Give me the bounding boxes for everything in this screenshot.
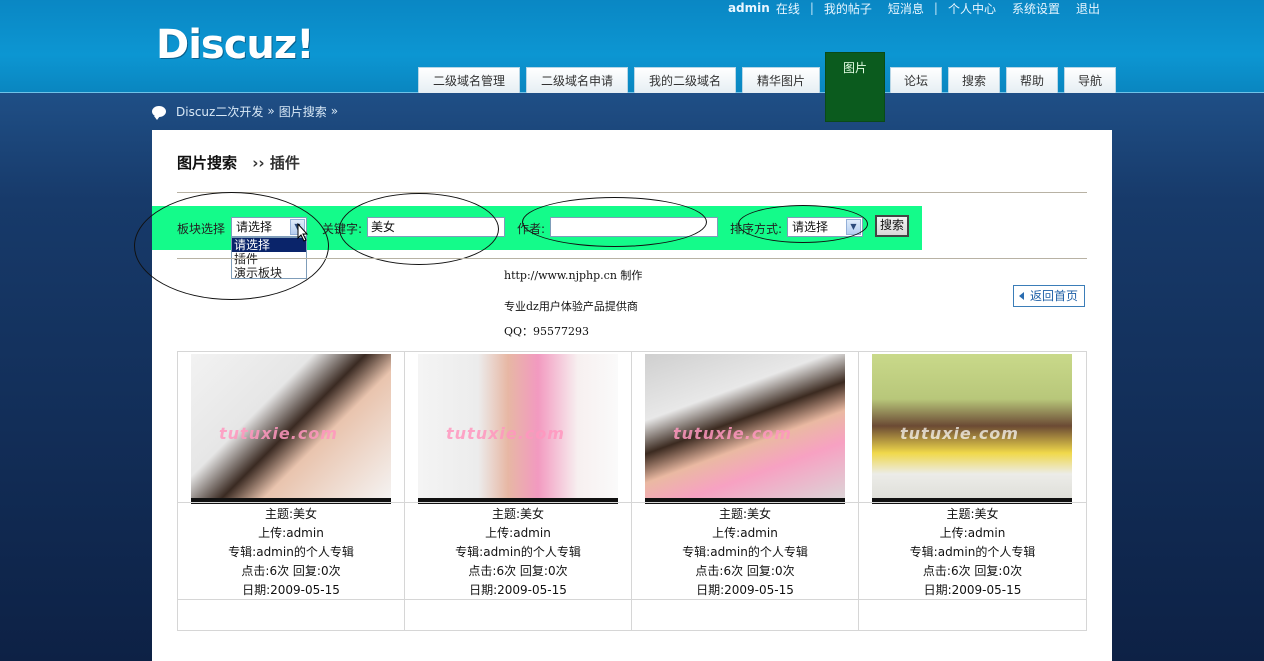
image-gallery: tutuxie.com 主题:美女 上传:admin 专辑:admin的个人专辑… <box>177 351 1087 631</box>
photo-album: 专辑:admin的个人专辑 <box>682 545 808 559</box>
messages-link[interactable]: 短消息 <box>888 0 924 17</box>
block-select[interactable]: 请选择 ▼ <box>231 217 307 237</box>
photo-thumbnail[interactable]: tutuxie.com <box>191 354 391 504</box>
search-button[interactable]: 搜索 <box>875 215 909 237</box>
keyword-input[interactable]: 美女 <box>367 217 505 237</box>
nav-tab-help[interactable]: 帮助 <box>1006 67 1058 93</box>
toolbar-separator: | <box>809 1 814 15</box>
photo-watermark: tutuxie.com <box>673 424 792 443</box>
author-input[interactable] <box>550 217 718 237</box>
gallery-item: tutuxie.com 主题:美女 上传:admin 专辑:admin的个人专辑… <box>178 352 405 630</box>
breadcrumb-home[interactable]: Discuz二次开发 <box>176 103 263 120</box>
nav-tab-search[interactable]: 搜索 <box>948 67 1000 93</box>
photo-stats: 点击:6次 回复:0次 <box>922 564 1023 578</box>
gallery-item: tutuxie.com 主题:美女 上传:admin 专辑:admin的个人专辑… <box>405 352 632 630</box>
photo-thumbnail[interactable]: tutuxie.com <box>418 354 618 504</box>
page-title-text: 图片搜索 <box>177 154 238 172</box>
back-home-button[interactable]: 返回首页 <box>1013 285 1085 307</box>
user-toolbar: admin 在线 | 我的帖子 短消息 | 个人中心 系统设置 退出 <box>728 0 1100 16</box>
photo-date: 日期:2009-05-15 <box>696 583 794 597</box>
nav-tab-navigation[interactable]: 导航 <box>1064 67 1116 93</box>
sort-select-value: 请选择 <box>792 220 829 234</box>
chevron-down-icon[interactable]: ▼ <box>846 219 861 235</box>
page-title: 图片搜索 ›› 插件 <box>177 152 300 173</box>
main-panel: 图片搜索 ›› 插件 板块选择 请选择 ▼ 关键字: 美女 作者: 排序方式: … <box>134 130 1112 661</box>
photo-date: 日期:2009-05-15 <box>469 583 567 597</box>
keyword-label: 关键字: <box>322 222 363 236</box>
username-link[interactable]: admin <box>728 1 770 15</box>
credit-line: http://www.njphp.cn 制作 <box>504 269 643 282</box>
main-nav: 二级域名管理 二级域名申请 我的二级域名 精华图片 图片 论坛 搜索 帮助 导航 <box>418 53 1116 121</box>
toolbar-separator: | <box>933 1 938 15</box>
user-center-link[interactable]: 个人中心 <box>948 0 996 17</box>
dropdown-option[interactable]: 演示板块 <box>232 266 306 280</box>
block-select-label: 板块选择 <box>177 222 226 236</box>
divider <box>177 192 1087 193</box>
site-header: Discuz! admin 在线 | 我的帖子 短消息 | 个人中心 系统设置 … <box>0 0 1264 121</box>
photo-uploader: 上传:admin <box>485 526 551 540</box>
photo-stats: 点击:6次 回复:0次 <box>468 564 568 578</box>
block-select-value: 请选择 <box>236 220 273 234</box>
breadcrumb-current[interactable]: 图片搜索 <box>279 103 327 120</box>
breadcrumb-separator: » <box>330 104 339 118</box>
photo-uploader: 上传:admin <box>939 526 1006 540</box>
breadcrumb: Discuz二次开发 » 图片搜索 » <box>152 102 342 120</box>
settings-link[interactable]: 系统设置 <box>1012 0 1060 17</box>
photo-stats: 点击:6次 回复:0次 <box>695 564 795 578</box>
dropdown-option[interactable]: 请选择 <box>232 238 306 252</box>
nav-tab-images[interactable]: 图片 <box>826 53 884 121</box>
photo-uploader: 上传:admin <box>712 526 778 540</box>
speech-bubble-icon <box>152 105 166 120</box>
photo-watermark: tutuxie.com <box>219 424 338 443</box>
mouse-cursor-icon <box>297 223 309 242</box>
breadcrumb-separator: » <box>267 104 275 118</box>
online-status[interactable]: 在线 <box>776 0 800 17</box>
credit-line: 专业dz用户体验产品提供商 <box>504 300 638 313</box>
author-label: 作者: <box>517 222 546 236</box>
photo-album: 专辑:admin的个人专辑 <box>228 545 354 559</box>
photo-album: 专辑:admin的个人专辑 <box>909 545 1036 559</box>
dropdown-option[interactable]: 插件 <box>232 252 306 266</box>
photo-watermark: tutuxie.com <box>446 424 565 443</box>
photo-date: 日期:2009-05-15 <box>923 583 1022 597</box>
photo-subject: 主题:美女 <box>491 507 545 521</box>
photo-uploader: 上传:admin <box>258 526 324 540</box>
credit-line: QQ：95577293 <box>504 325 590 338</box>
site-logo[interactable]: Discuz! <box>156 22 314 68</box>
divider <box>177 258 1087 259</box>
photo-info: 主题:美女 上传:admin 专辑:admin的个人专辑 点击:6次 回复:0次… <box>632 505 858 600</box>
gallery-item: tutuxie.com 主题:美女 上传:admin 专辑:admin的个人专辑… <box>632 352 859 630</box>
photo-subject: 主题:美女 <box>264 507 318 521</box>
photo-subject: 主题:美女 <box>946 507 999 521</box>
logout-link[interactable]: 退出 <box>1076 0 1100 17</box>
photo-date: 日期:2009-05-15 <box>242 583 340 597</box>
sort-select[interactable]: 请选择 ▼ <box>787 217 863 237</box>
photo-stats: 点击:6次 回复:0次 <box>241 564 341 578</box>
nav-tab-my-subdomain[interactable]: 我的二级域名 <box>634 67 736 93</box>
nav-tab-subdomain-manage[interactable]: 二级域名管理 <box>418 67 520 93</box>
sort-label: 排序方式: <box>730 222 783 236</box>
photo-thumbnail[interactable]: tutuxie.com <box>872 354 1072 504</box>
nav-tab-forum[interactable]: 论坛 <box>890 67 942 93</box>
photo-info: 主题:美女 上传:admin 专辑:admin的个人专辑 点击:6次 回复:0次… <box>178 505 404 600</box>
my-posts-link[interactable]: 我的帖子 <box>824 0 872 17</box>
photo-watermark: tutuxie.com <box>900 424 1019 443</box>
photo-album: 专辑:admin的个人专辑 <box>455 545 581 559</box>
photo-info: 主题:美女 上传:admin 专辑:admin的个人专辑 点击:6次 回复:0次… <box>859 505 1086 600</box>
photo-thumbnail[interactable]: tutuxie.com <box>645 354 845 504</box>
gallery-item: tutuxie.com 主题:美女 上传:admin 专辑:admin的个人专辑… <box>859 352 1086 630</box>
page-subtitle: ›› 插件 <box>252 154 300 172</box>
photo-subject: 主题:美女 <box>718 507 772 521</box>
photo-info: 主题:美女 上传:admin 专辑:admin的个人专辑 点击:6次 回复:0次… <box>405 505 631 600</box>
nav-tab-subdomain-apply[interactable]: 二级域名申请 <box>526 67 628 93</box>
nav-tab-featured-images[interactable]: 精华图片 <box>742 67 820 93</box>
